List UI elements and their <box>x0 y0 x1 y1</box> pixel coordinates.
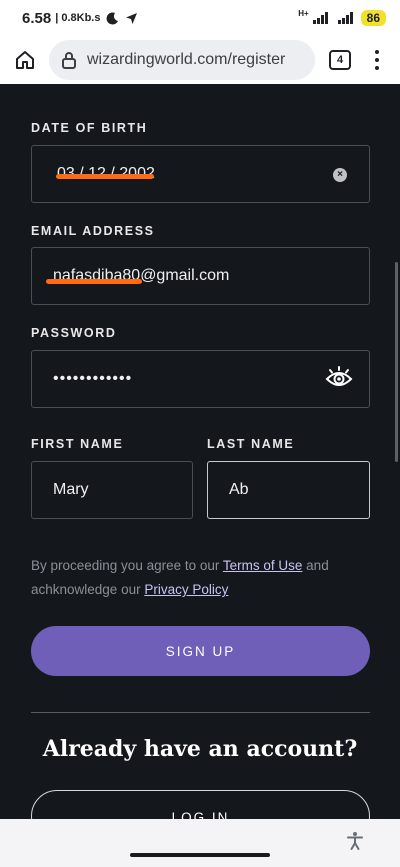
log-in-button[interactable]: LOG IN <box>31 790 370 819</box>
status-bar: 6.58 | 0.8Kb.s H+ 86 <box>0 0 400 36</box>
redaction-mark <box>46 279 142 284</box>
privacy-policy-link[interactable]: Privacy Policy <box>144 582 228 597</box>
signal-icon-2 <box>337 12 353 24</box>
url-text: wizardingworld.com/register <box>87 51 286 68</box>
navigation-icon <box>126 12 138 24</box>
register-page: DATE OF BIRTH 03 / 12 / 2002 × EMAIL ADD… <box>0 84 400 819</box>
password-label: PASSWORD <box>31 326 117 340</box>
address-bar[interactable]: wizardingworld.com/register <box>49 40 315 80</box>
browser-toolbar: wizardingworld.com/register 4 <box>0 36 400 84</box>
first-name-label: FIRST NAME <box>31 437 124 451</box>
network-label: H+ <box>298 8 309 18</box>
terms-of-use-link[interactable]: Terms of Use <box>223 558 303 573</box>
first-name-value: Mary <box>53 481 89 498</box>
home-button[interactable] <box>11 46 39 74</box>
password-field[interactable]: •••••••••••• <box>31 350 370 408</box>
status-right: H+ 86 <box>298 8 386 26</box>
terms-prefix: By proceeding you agree to our <box>31 558 223 573</box>
system-bottom-bar <box>0 819 400 867</box>
battery-icon: 86 <box>360 10 386 26</box>
dob-label: DATE OF BIRTH <box>31 121 148 135</box>
redaction-mark <box>56 174 154 179</box>
menu-icon[interactable] <box>373 50 381 70</box>
status-time: 6.58 <box>22 9 52 27</box>
divider <box>31 712 370 713</box>
network-speed: 0.8Kb.s <box>61 12 101 24</box>
terms-text: By proceeding you agree to our Terms of … <box>31 554 376 602</box>
last-name-label: LAST NAME <box>207 437 295 451</box>
eye-icon[interactable] <box>325 365 353 393</box>
moon-icon <box>107 11 119 24</box>
email-label: EMAIL ADDRESS <box>31 224 155 238</box>
sign-up-button[interactable]: SIGN UP <box>31 626 370 676</box>
last-name-value: Ab <box>229 481 249 498</box>
scrollbar[interactable] <box>395 262 398 462</box>
clear-icon[interactable]: × <box>333 168 347 182</box>
last-name-field[interactable]: Ab <box>207 461 370 519</box>
dob-field[interactable]: 03 / 12 / 2002 × <box>31 145 370 203</box>
password-value: •••••••••••• <box>53 370 133 387</box>
gesture-handle[interactable] <box>130 853 270 857</box>
signal-icon <box>312 12 328 24</box>
email-field[interactable]: nafasdiba80@gmail.com <box>31 247 370 305</box>
status-speed: | 0.8Kb.s <box>55 12 101 24</box>
tabs-icon[interactable]: 4 <box>329 50 351 70</box>
home-icon <box>16 51 34 69</box>
accessibility-icon[interactable] <box>345 831 365 851</box>
first-name-field[interactable]: Mary <box>31 461 193 519</box>
status-icons <box>106 11 138 25</box>
lock-icon <box>62 52 76 69</box>
login-prompt: Already have an account? <box>42 736 358 762</box>
log-in-label: LOG IN <box>171 810 230 819</box>
